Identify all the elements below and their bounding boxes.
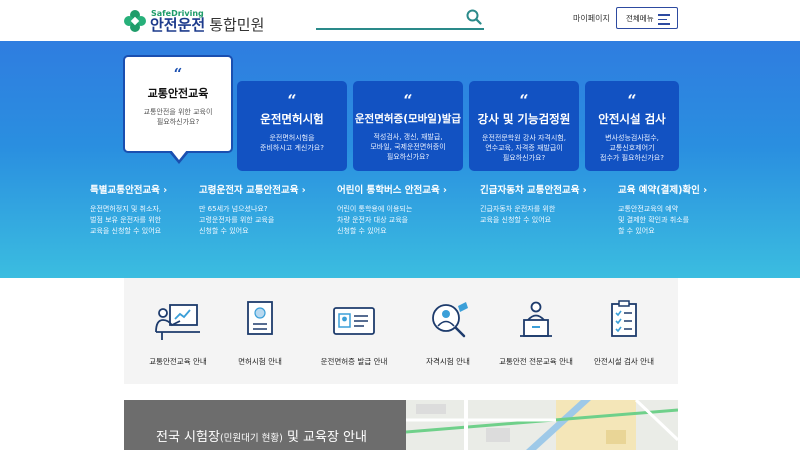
card-description: 변사성능검사접수, 교통신호제어기 접수가 필요하신가요? xyxy=(600,134,664,163)
all-menu-button[interactable]: 전체메뉴 xyxy=(616,7,678,29)
search-input[interactable] xyxy=(316,8,484,30)
quote-icon: “ xyxy=(519,91,529,110)
card-description: 운전면허시험을 준비하시고 계신가요? xyxy=(260,134,324,153)
card-title: 운전면허증(모바일)발급 xyxy=(354,113,462,125)
site-header: SafeDriving 안전운전 통합민원 마이페이지 전체메뉴 xyxy=(0,0,800,41)
quick-link-facility-inspection[interactable]: 안전시설 검사 안내 xyxy=(578,298,670,367)
quick-link-label: 안전시설 검사 안내 xyxy=(594,357,654,366)
quote-icon: “ xyxy=(287,91,297,110)
quick-link-label: 자격시험 안내 xyxy=(426,357,470,366)
sub-description: 긴급자동차 운전자를 위한 교육을 신청할 수 있어요 xyxy=(480,205,556,224)
sub-title: 어린이 통학버스 안전교육 › xyxy=(337,185,447,196)
quick-links: 교통안전교육 안내 면허시험 안내 운전면허증 발급 안내 자격시험 안내 교통… xyxy=(124,278,678,384)
sub-special-education[interactable]: 특별교통안전교육 › 운전면허정지 및 취소자, 벌점 보유 운전자를 위한 교육을… xyxy=(90,182,167,237)
logo-korean: 안전운전 통합민원 xyxy=(150,15,265,34)
lecture-icon xyxy=(520,301,552,337)
sub-description: 운전면허정지 및 취소자, 벌점 보유 운전자를 위한 교육을 신청할 수 있어요 xyxy=(90,205,162,235)
sub-description: 어린이 통학용에 이용되는 차량 운전자 대상 교육을 신청할 수 있어요 xyxy=(337,205,413,235)
test-center-banner[interactable]: 전국 시험장(민원대기 현황) 및 교육장 안내 xyxy=(124,400,406,450)
quote-icon: “ xyxy=(403,91,413,110)
card-license-issue[interactable]: “ 운전면허증(모바일)발급 적성검사, 갱신, 재발급, 모바일, 국제운전면허… xyxy=(353,81,463,171)
card-safety-facility[interactable]: “ 안전시설 검사 변사성능검사접수, 교통신호제어기 접수가 필요하신가요? xyxy=(585,81,679,171)
card-description: 운전전문학원 강사 자격시험, 연수교육, 자격증 재발급이 필요하신가요? xyxy=(482,134,566,163)
sub-description: 만 65세가 넘으셨나요? 고령운전자를 위한 교육을 신청할 수 있어요 xyxy=(199,205,275,235)
card-license-exam[interactable]: “ 운전면허시험 운전면허시험을 준비하시고 계신가요? xyxy=(237,81,347,171)
quick-link-license-exam[interactable]: 면허시험 안내 xyxy=(214,298,306,367)
sub-senior-education[interactable]: 고령운전자 교통안전교육 › 만 65세가 넘으셨나요? 고령운전자를 위한 교육… xyxy=(199,182,306,237)
hamburger-icon xyxy=(658,14,670,28)
quick-link-label: 교통안전 전문교육 안내 xyxy=(499,357,573,366)
card-description: 적성검사, 갱신, 재발급, 모바일, 국제운전면허증이 필요하신가요? xyxy=(370,133,446,162)
site-logo[interactable]: SafeDriving 안전운전 통합민원 xyxy=(124,6,264,36)
map-graphic xyxy=(406,400,678,450)
quote-icon: “ xyxy=(173,65,183,83)
quick-link-label: 교통안전교육 안내 xyxy=(149,357,207,366)
card-title: 운전면허시험 xyxy=(260,112,324,126)
quick-link-label: 운전면허증 발급 안내 xyxy=(320,357,388,366)
search-icon[interactable] xyxy=(466,9,482,25)
quick-link-professional-education[interactable]: 교통안전 전문교육 안내 xyxy=(490,298,582,367)
sub-title: 교육 예약(결제)확인 › xyxy=(618,185,708,196)
checklist-icon xyxy=(611,300,637,337)
sub-description: 교통안전교육의 예약 및 결제한 확인과 취소를 할 수 있어요 xyxy=(618,205,690,235)
sub-school-bus-education[interactable]: 어린이 통학버스 안전교육 › 어린이 통학용에 이용되는 차량 운전자 대상 교… xyxy=(337,182,447,237)
card-title: 교통안전교육 xyxy=(147,87,209,100)
quick-link-label: 면허시험 안내 xyxy=(238,357,282,366)
card-description: 교통안전을 위한 교육이 필요하신가요? xyxy=(143,108,213,127)
sub-reservation-check[interactable]: 교육 예약(결제)확인 › 교통안전교육의 예약 및 결제한 확인과 취소를 할 수… xyxy=(618,182,707,237)
card-instructor[interactable]: “ 강사 및 기능검정원 운전전문학원 강사 자격시험, 연수교육, 자격증 재발… xyxy=(469,81,579,171)
card-title: 안전시설 검사 xyxy=(598,112,666,126)
card-title: 강사 및 기능검정원 xyxy=(477,112,571,126)
card-traffic-safety-education[interactable]: “ 교통안전교육 교통안전을 위한 교육이 필요하신가요? xyxy=(123,55,233,164)
clover-logo-icon xyxy=(124,10,146,32)
location-map[interactable] xyxy=(406,400,678,450)
quick-link-qualification-exam[interactable]: 자격시험 안내 xyxy=(402,298,494,367)
quick-link-traffic-education[interactable]: 교통안전교육 안내 xyxy=(132,298,224,367)
quote-icon: “ xyxy=(627,91,637,110)
certificate-search-icon xyxy=(432,302,468,338)
sub-title: 특별교통안전교육 › xyxy=(90,185,168,196)
sub-title: 고령운전자 교통안전교육 › xyxy=(199,185,306,196)
id-card-icon xyxy=(333,307,375,335)
all-menu-label: 전체메뉴 xyxy=(626,13,654,23)
mypage-link[interactable]: 마이페이지 xyxy=(573,13,610,24)
license-doc-icon xyxy=(247,301,273,335)
test-center-title: 전국 시험장(민원대기 현황) 및 교육장 안내 xyxy=(156,430,367,445)
quick-link-license-issue[interactable]: 운전면허증 발급 안내 xyxy=(308,298,400,367)
sub-emergency-vehicle-education[interactable]: 긴급자동차 교통안전교육 › 긴급자동차 운전자를 위한 교육을 신청할 수 있어… xyxy=(480,182,587,226)
sub-title: 긴급자동차 교통안전교육 › xyxy=(480,185,587,196)
presentation-icon xyxy=(155,304,200,340)
hero-section: “ 교통안전교육 교통안전을 위한 교육이 필요하신가요? “ 운전면허시험 운… xyxy=(0,41,800,278)
